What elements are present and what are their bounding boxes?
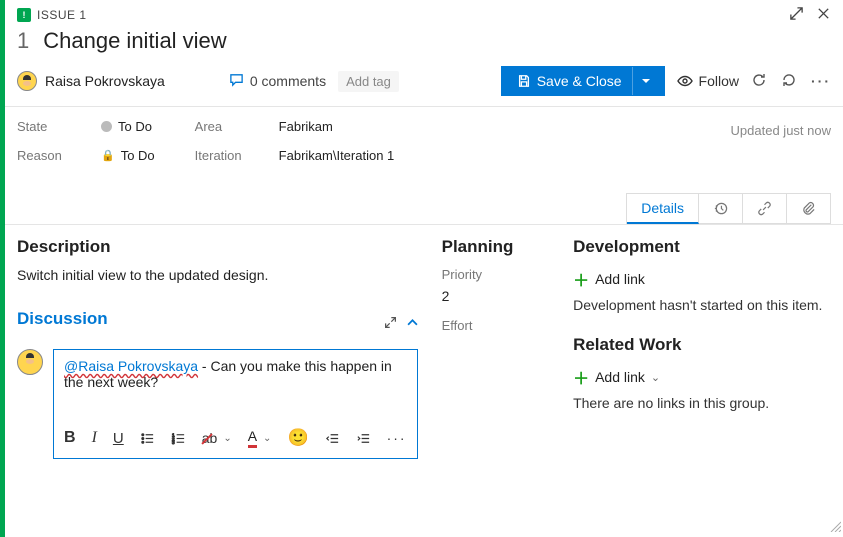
numbered-list-button[interactable]: 123 <box>171 431 186 446</box>
related-heading: Related Work <box>573 335 831 355</box>
mention[interactable]: @Raisa Pokrovskaya <box>64 358 198 374</box>
add-tag-button[interactable]: Add tag <box>338 71 399 92</box>
work-item-id: 1 <box>17 28 29 54</box>
bulleted-list-button[interactable] <box>140 431 155 446</box>
body: Description Switch initial view to the u… <box>5 225 843 537</box>
development-heading: Development <box>573 237 831 257</box>
reason-value[interactable]: 🔒To Do <box>101 148 155 163</box>
state-value[interactable]: To Do <box>101 119 155 134</box>
description-heading: Description <box>17 237 418 257</box>
editor-toolbar: B I U 123 ab ⌄ A ⌄ 🙂 ··· <box>54 422 417 458</box>
svg-text:3: 3 <box>172 440 175 445</box>
underline-button[interactable]: U <box>113 430 124 447</box>
italic-button[interactable]: I <box>92 429 97 447</box>
development-empty: Development hasn't started on this item. <box>573 297 831 313</box>
description-text[interactable]: Switch initial view to the updated desig… <box>17 267 418 283</box>
tab-attachments[interactable] <box>787 194 830 223</box>
comment-icon <box>229 72 244 90</box>
plus-icon: ＋ <box>573 365 589 389</box>
state-dot-icon <box>101 121 112 132</box>
save-dropdown[interactable] <box>632 67 659 95</box>
history-icon <box>713 201 728 216</box>
save-icon <box>517 74 531 88</box>
title-row: 1 Change initial view <box>5 28 843 62</box>
outdent-button[interactable] <box>325 431 340 446</box>
discussion-heading: Discussion <box>17 309 108 329</box>
tab-links[interactable] <box>743 194 787 223</box>
collapse-discussion-icon[interactable] <box>407 316 418 332</box>
follow-button[interactable]: Follow <box>677 73 739 89</box>
clear-format-dropdown-icon[interactable]: ⌄ <box>223 433 231 444</box>
type-color-bar <box>0 0 5 537</box>
comment-avatar-icon <box>17 349 43 375</box>
assignee-picker[interactable]: Raisa Pokrovskaya <box>17 71 165 91</box>
assignee-name: Raisa Pokrovskaya <box>45 73 165 89</box>
detail-tabstrip: Details <box>5 167 843 224</box>
emoji-button[interactable]: 🙂 <box>287 428 308 448</box>
state-label: State <box>17 119 81 134</box>
bold-button[interactable]: B <box>64 429 76 447</box>
related-empty: There are no links in this group. <box>573 395 831 411</box>
indent-button[interactable] <box>356 431 371 446</box>
tab-history[interactable] <box>699 194 743 223</box>
expand-discussion-icon[interactable] <box>384 316 397 332</box>
lock-icon: 🔒 <box>101 149 115 162</box>
priority-label: Priority <box>442 267 549 282</box>
work-item-window: ! ISSUE 1 1 Change initial view Raisa Po… <box>0 0 843 537</box>
avatar-icon <box>17 71 37 91</box>
undo-icon[interactable] <box>781 72 797 91</box>
planning-heading: Planning <box>442 237 549 257</box>
issue-label: ISSUE 1 <box>37 8 87 22</box>
updated-timestamp: Updated just now <box>731 119 831 163</box>
attachment-icon <box>801 201 816 216</box>
close-icon[interactable] <box>816 6 831 24</box>
refresh-icon[interactable] <box>751 72 767 91</box>
plus-icon: ＋ <box>573 267 589 291</box>
font-color-button[interactable]: A <box>248 428 257 448</box>
tab-details[interactable]: Details <box>627 194 699 224</box>
expand-icon[interactable] <box>789 6 804 24</box>
toolbar: Raisa Pokrovskaya 0 comments Add tag Sav… <box>5 62 843 106</box>
area-value[interactable]: Fabrikam <box>279 119 395 134</box>
eye-icon <box>677 73 693 89</box>
fields-section: State To Do Reason 🔒To Do Area Fabrikam … <box>5 107 843 167</box>
related-add-link[interactable]: ＋ Add link ⌄ <box>573 365 831 389</box>
clear-format-button[interactable]: ab <box>202 430 218 446</box>
area-label: Area <box>195 119 259 134</box>
iteration-label: Iteration <box>195 148 259 163</box>
issue-type-icon: ! <box>17 8 31 22</box>
effort-label: Effort <box>442 318 549 333</box>
reason-label: Reason <box>17 148 81 163</box>
priority-value[interactable]: 2 <box>442 288 549 304</box>
link-icon <box>757 201 772 216</box>
comments-link[interactable]: 0 comments <box>229 72 326 90</box>
titlebar: ! ISSUE 1 <box>5 0 843 28</box>
more-actions-icon[interactable]: ··· <box>811 73 831 89</box>
iteration-value[interactable]: Fabrikam\Iteration 1 <box>279 148 395 163</box>
resize-grip-icon[interactable] <box>829 519 841 535</box>
font-color-dropdown-icon[interactable]: ⌄ <box>263 433 271 444</box>
work-item-title[interactable]: Change initial view <box>43 28 226 54</box>
comment-text[interactable]: @Raisa Pokrovskaya - Can you make this h… <box>54 350 417 422</box>
comments-count: 0 comments <box>250 73 326 89</box>
chevron-down-icon: ⌄ <box>651 371 660 384</box>
more-format-button[interactable]: ··· <box>387 430 407 446</box>
comment-editor[interactable]: @Raisa Pokrovskaya - Can you make this h… <box>53 349 418 459</box>
development-add-link[interactable]: ＋ Add link <box>573 267 831 291</box>
save-and-close-button[interactable]: Save & Close <box>501 66 665 96</box>
